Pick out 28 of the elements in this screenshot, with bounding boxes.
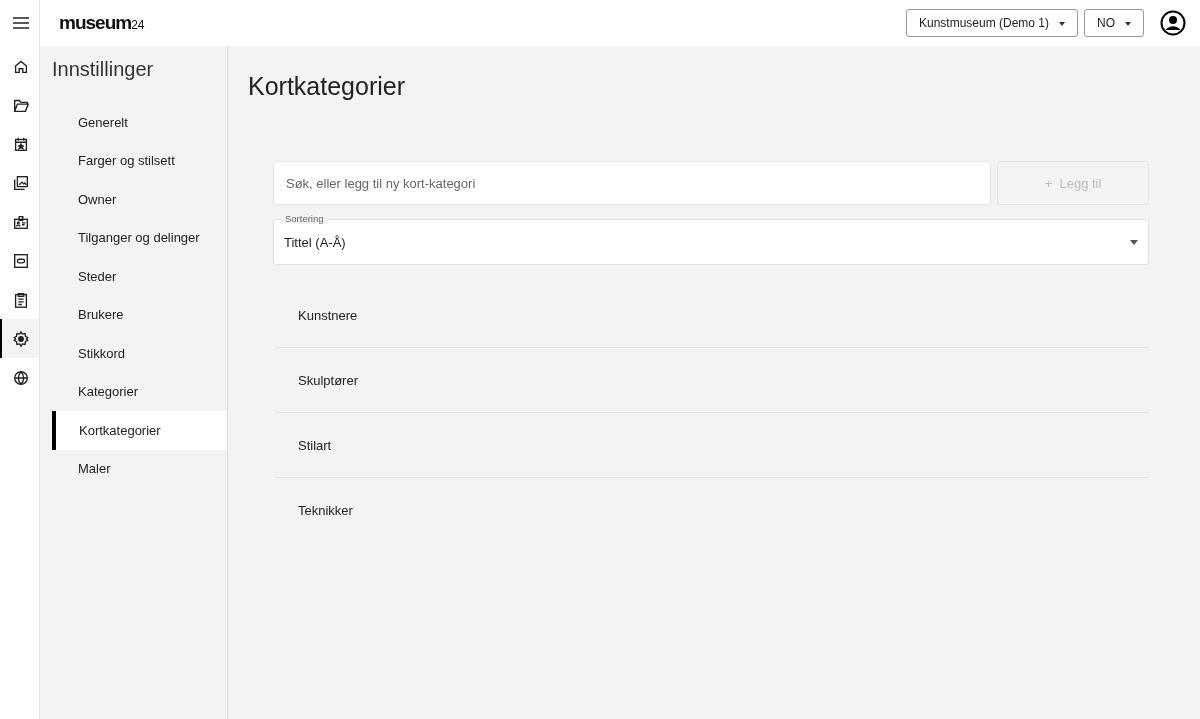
settings-nav-item[interactable]: Kortkategorier [52,411,227,450]
settings-nav-item[interactable]: Steder [52,257,227,296]
settings-nav-item[interactable]: Generelt [52,103,227,142]
rail-item[interactable] [0,319,39,358]
category-item[interactable]: Skulptører [275,348,1149,413]
page-title: Kortkategorier [248,72,407,101]
category-item[interactable]: Kunstnere [275,283,1149,348]
gear-icon [11,329,30,348]
category-item[interactable]: Stilart [275,413,1149,478]
settings-title: Innstillinger [52,58,155,81]
search-field[interactable]: Søk, eller legg til ny kort-kategori [273,161,991,205]
settings-nav-item[interactable]: Tilganger og delinger [52,218,227,257]
museum-select[interactable]: Kunstmuseum (Demo 1) [905,9,1078,37]
settings-nav-item[interactable]: Stikkord [52,334,227,373]
language-select[interactable]: NO [1084,9,1144,37]
menu-icon[interactable] [12,17,29,29]
settings-nav-item[interactable]: Owner [52,180,227,219]
globe-icon [11,368,30,387]
settings-nav-item[interactable]: Farger og stilsett [52,141,227,180]
tag-icon [11,251,30,270]
account-icon[interactable] [1160,10,1186,36]
settings-nav-item[interactable]: Brukere [52,295,227,334]
sort-value: Tittel (A-Å) [284,234,346,250]
images-icon [11,173,30,192]
category-item[interactable]: Teknikker [275,478,1149,542]
settings-nav-item[interactable]: Maler [52,449,227,488]
sort-label: Sortering [281,213,328,224]
settings-nav-item[interactable]: Kategorier [52,372,227,411]
